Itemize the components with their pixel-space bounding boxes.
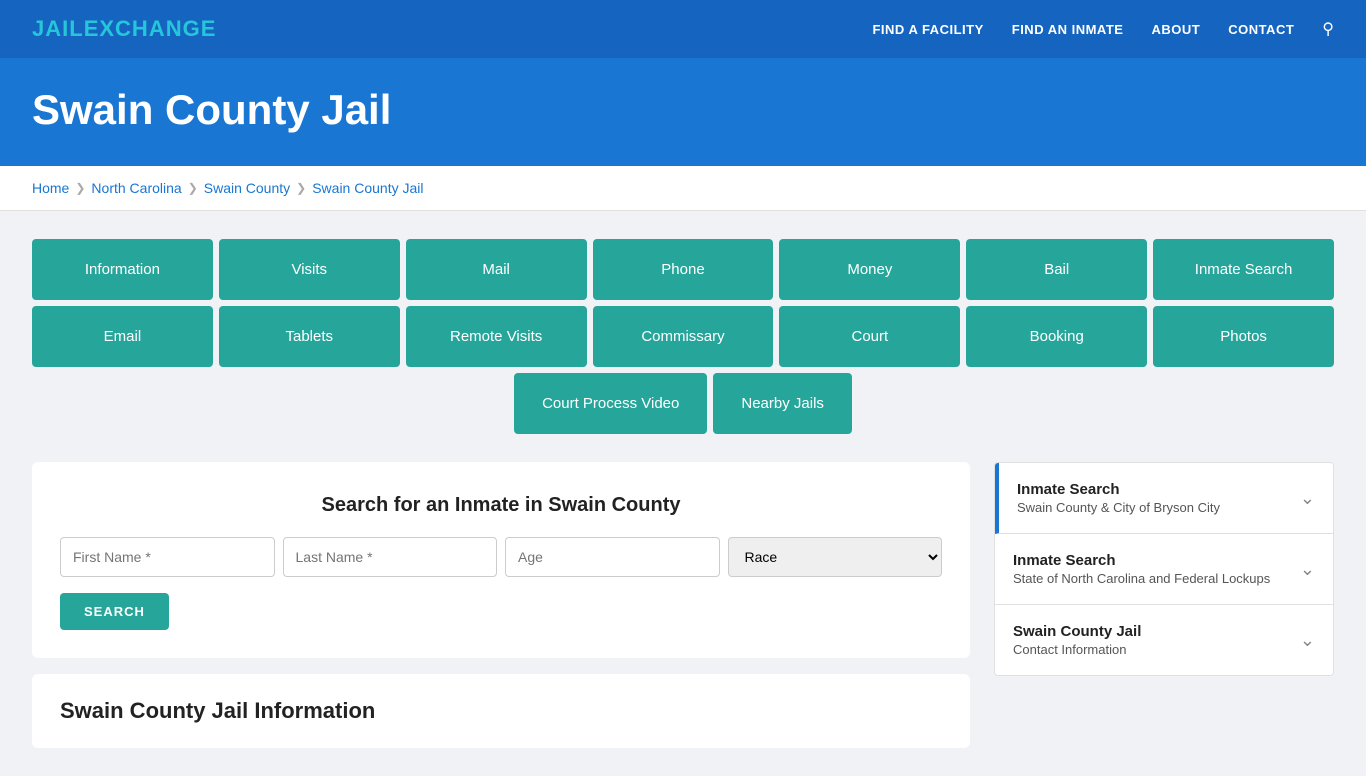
button-row-2: Email Tablets Remote Visits Commissary C…: [32, 306, 1334, 367]
sidebar-item-contact-info[interactable]: Swain County Jail Contact Information ⌄: [995, 605, 1333, 675]
sidebar-item-text-1: Inmate Search Swain County & City of Bry…: [1017, 481, 1220, 515]
btn-visits[interactable]: Visits: [219, 239, 400, 300]
sidebar-item-sub-1: Swain County & City of Bryson City: [1017, 500, 1220, 515]
btn-booking[interactable]: Booking: [966, 306, 1147, 367]
search-box: Search for an Inmate in Swain County Rac…: [32, 462, 970, 658]
chevron-down-icon-1: ⌄: [1300, 488, 1315, 509]
btn-tablets[interactable]: Tablets: [219, 306, 400, 367]
search-button[interactable]: SEARCH: [60, 593, 169, 630]
sidebar-item-sub-3: Contact Information: [1013, 642, 1141, 657]
nav-links: FIND A FACILITY FIND AN INMATE ABOUT CON…: [872, 19, 1334, 39]
btn-information[interactable]: Information: [32, 239, 213, 300]
logo[interactable]: JAILEXCHANGE: [32, 16, 216, 42]
button-row-1: Information Visits Mail Phone Money Bail…: [32, 239, 1334, 300]
breadcrumb: Home ❯ North Carolina ❯ Swain County ❯ S…: [32, 180, 1334, 196]
search-age[interactable]: [505, 537, 720, 577]
info-title: Swain County Jail Information: [60, 698, 942, 724]
sidebar-item-text-2: Inmate Search State of North Carolina an…: [1013, 552, 1270, 586]
search-fields: Race: [60, 537, 942, 577]
sidebar-item-title-2: Inmate Search: [1013, 552, 1270, 569]
sidebar-item-inmate-search-state[interactable]: Inmate Search State of North Carolina an…: [995, 534, 1333, 605]
breadcrumb-sep-1: ❯: [75, 181, 85, 195]
btn-inmate-search[interactable]: Inmate Search: [1153, 239, 1334, 300]
search-race[interactable]: Race: [728, 537, 943, 577]
btn-mail[interactable]: Mail: [406, 239, 587, 300]
search-icon[interactable]: ⚲: [1322, 19, 1334, 39]
navbar: JAILEXCHANGE FIND A FACILITY FIND AN INM…: [0, 0, 1366, 58]
find-inmate-link[interactable]: FIND AN INMATE: [1012, 22, 1124, 37]
btn-court[interactable]: Court: [779, 306, 960, 367]
breadcrumb-sep-3: ❯: [296, 181, 306, 195]
find-facility-link[interactable]: FIND A FACILITY: [872, 22, 983, 37]
btn-commissary[interactable]: Commissary: [593, 306, 774, 367]
sidebar-card: Inmate Search Swain County & City of Bry…: [994, 462, 1334, 676]
search-last-name[interactable]: [283, 537, 498, 577]
breadcrumb-sep-2: ❯: [188, 181, 198, 195]
sidebar-item-text-3: Swain County Jail Contact Information: [1013, 623, 1141, 657]
sidebar-item-title-1: Inmate Search: [1017, 481, 1220, 498]
about-link[interactable]: ABOUT: [1151, 22, 1200, 37]
search-title: Search for an Inmate in Swain County: [60, 494, 942, 517]
page-title: Swain County Jail: [32, 86, 1334, 134]
breadcrumb-state[interactable]: North Carolina: [91, 180, 181, 196]
logo-jail: JAIL: [32, 16, 84, 41]
sidebar-item-inmate-search-local[interactable]: Inmate Search Swain County & City of Bry…: [995, 463, 1333, 534]
breadcrumb-county[interactable]: Swain County: [204, 180, 290, 196]
sidebar: Inmate Search Swain County & City of Bry…: [994, 462, 1334, 676]
sidebar-item-title-3: Swain County Jail: [1013, 623, 1141, 640]
btn-phone[interactable]: Phone: [593, 239, 774, 300]
hero-section: Swain County Jail: [0, 58, 1366, 166]
contact-link[interactable]: CONTACT: [1228, 22, 1294, 37]
breadcrumb-bar: Home ❯ North Carolina ❯ Swain County ❯ S…: [0, 166, 1366, 211]
breadcrumb-facility[interactable]: Swain County Jail: [312, 180, 423, 196]
sidebar-item-sub-2: State of North Carolina and Federal Lock…: [1013, 571, 1270, 586]
btn-bail[interactable]: Bail: [966, 239, 1147, 300]
btn-photos[interactable]: Photos: [1153, 306, 1334, 367]
two-col-layout: Search for an Inmate in Swain County Rac…: [32, 462, 1334, 748]
btn-money[interactable]: Money: [779, 239, 960, 300]
btn-court-process-video[interactable]: Court Process Video: [514, 373, 707, 434]
btn-remote-visits[interactable]: Remote Visits: [406, 306, 587, 367]
chevron-down-icon-2: ⌄: [1300, 559, 1315, 580]
main-area: Information Visits Mail Phone Money Bail…: [0, 211, 1366, 776]
info-section: Swain County Jail Information: [32, 674, 970, 748]
logo-exchange: EXCHANGE: [84, 16, 217, 41]
btn-nearby-jails[interactable]: Nearby Jails: [713, 373, 852, 434]
breadcrumb-home[interactable]: Home: [32, 180, 69, 196]
button-row-3: Court Process Video Nearby Jails: [32, 373, 1334, 434]
btn-email[interactable]: Email: [32, 306, 213, 367]
chevron-down-icon-3: ⌄: [1300, 630, 1315, 651]
search-first-name[interactable]: [60, 537, 275, 577]
